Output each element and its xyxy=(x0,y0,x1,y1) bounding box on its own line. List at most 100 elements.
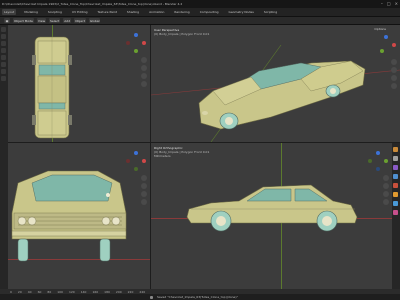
frame-mark: 220 xyxy=(127,289,134,294)
frame-mark: 140 xyxy=(80,289,87,294)
x-axis-icon[interactable] xyxy=(142,41,146,45)
transform-tool-icon[interactable] xyxy=(1,62,6,67)
x-axis-icon[interactable] xyxy=(392,43,396,47)
tab-layout[interactable]: Layout xyxy=(2,9,17,15)
y-axis-icon[interactable] xyxy=(134,167,138,171)
info-icon xyxy=(150,295,153,299)
grid-icon[interactable] xyxy=(391,83,397,89)
maximize-icon[interactable]: □ xyxy=(387,1,391,6)
tab-geometry-nodes[interactable]: Geometry Nodes xyxy=(227,9,256,15)
viewport-nav-buttons xyxy=(141,57,147,87)
neg-y-axis-icon[interactable] xyxy=(368,159,372,163)
navigation-gizmo[interactable] xyxy=(126,33,146,53)
window-controls: – □ × xyxy=(381,1,398,6)
camera-icon[interactable] xyxy=(383,191,389,197)
frame-mark: 120 xyxy=(68,289,75,294)
properties-tabs xyxy=(392,143,400,289)
z-axis-icon[interactable] xyxy=(376,151,380,155)
frame-mark: 240 xyxy=(139,289,146,294)
orientation-select[interactable]: Global xyxy=(88,18,101,23)
world-properties-icon[interactable] xyxy=(393,183,398,188)
rotate-tool-icon[interactable] xyxy=(1,48,6,53)
pan-icon[interactable] xyxy=(383,183,389,189)
render-properties-icon[interactable] xyxy=(393,156,398,161)
grid-icon[interactable] xyxy=(141,199,147,205)
viewport-front[interactable] xyxy=(8,143,150,289)
minimize-icon[interactable]: – xyxy=(381,1,383,6)
zoom-icon[interactable] xyxy=(391,59,397,65)
output-properties-icon[interactable] xyxy=(393,165,398,170)
tab-shading[interactable]: Shading xyxy=(125,9,141,15)
frame-mark: 40 xyxy=(27,289,32,294)
frame-mark: 180 xyxy=(104,289,110,294)
title-bar: D:\Chevrolet\Chevrolet Impala 1963\2_Tut… xyxy=(0,0,400,8)
object-menu[interactable]: Object xyxy=(74,18,86,23)
neg-x-axis-icon[interactable] xyxy=(126,159,130,163)
select-menu[interactable]: Select xyxy=(49,18,61,23)
tool-properties-icon[interactable] xyxy=(393,147,398,152)
zoom-icon[interactable] xyxy=(141,57,147,63)
viewport-right-ortho[interactable]: Right Orthographic (0) Body_Impala | Pol… xyxy=(151,143,400,289)
grid-icon[interactable] xyxy=(383,199,389,205)
viewport-top[interactable] xyxy=(8,25,150,142)
mode-select[interactable]: Object Mode xyxy=(13,18,34,23)
zoom-icon[interactable] xyxy=(141,175,147,181)
cursor-tool-icon[interactable] xyxy=(1,34,6,39)
move-tool-icon[interactable] xyxy=(1,41,6,46)
pan-icon[interactable] xyxy=(141,65,147,71)
pan-icon[interactable] xyxy=(391,67,397,73)
material-properties-icon[interactable] xyxy=(393,210,398,215)
viewport-nav-buttons xyxy=(383,175,389,205)
navigation-gizmo[interactable] xyxy=(368,151,388,171)
frame-mark: 160 xyxy=(92,289,99,294)
pan-icon[interactable] xyxy=(141,183,147,189)
frame-mark: 100 xyxy=(57,289,63,294)
select-tool-icon[interactable] xyxy=(1,27,6,32)
viewport-perspective[interactable]: User Perspective (0) Body_Impala | Polyg… xyxy=(151,25,400,142)
y-axis-icon[interactable] xyxy=(384,159,388,163)
viewport-nav-buttons xyxy=(141,175,147,205)
modifier-properties-icon[interactable] xyxy=(393,201,398,206)
camera-icon[interactable] xyxy=(141,191,147,197)
camera-icon[interactable] xyxy=(141,73,147,79)
window-title: D:\Chevrolet\Chevrolet Impala 1963\2_Tut… xyxy=(2,2,183,6)
x-axis-icon[interactable] xyxy=(142,159,146,163)
scene-properties-icon[interactable] xyxy=(393,174,398,179)
navigation-gizmo[interactable] xyxy=(376,35,396,55)
frame-mark: 20 xyxy=(17,289,22,294)
tab-uv-editing[interactable]: UV Editing xyxy=(70,9,90,15)
tool-shelf xyxy=(0,25,8,289)
frame-mark: 200 xyxy=(115,289,122,294)
tab-compositing[interactable]: Compositing xyxy=(198,9,221,15)
add-menu[interactable]: Add xyxy=(63,18,72,23)
frame-mark: 60 xyxy=(37,289,42,294)
neg-x-axis-icon[interactable] xyxy=(126,41,130,45)
tab-texture-paint[interactable]: Texture Paint xyxy=(96,9,119,15)
z-axis-icon[interactable] xyxy=(134,151,138,155)
grid-icon[interactable] xyxy=(141,81,147,87)
tab-animation[interactable]: Animation xyxy=(147,9,166,15)
y-axis-icon[interactable] xyxy=(380,49,384,53)
y-axis-icon[interactable] xyxy=(134,49,138,53)
editor-type-button[interactable]: ▣ xyxy=(4,18,10,23)
neg-z-axis-icon[interactable] xyxy=(376,167,380,171)
status-bar: Saved "Chevrolet_Impala_63(Tutes_Clone_t… xyxy=(0,294,400,300)
tab-rendering[interactable]: Rendering xyxy=(172,9,191,15)
measure-tool-icon[interactable] xyxy=(1,76,6,81)
frame-mark: 0 xyxy=(10,289,12,294)
tab-scripting[interactable]: Scripting xyxy=(262,9,279,15)
status-message: Saved "Chevrolet_Impala_63(Tutes_Clone_t… xyxy=(157,295,238,299)
tab-sculpting[interactable]: Sculpting xyxy=(46,9,64,15)
camera-icon[interactable] xyxy=(391,75,397,81)
view-menu[interactable]: View xyxy=(36,18,47,23)
object-properties-icon[interactable] xyxy=(393,192,398,197)
annotate-tool-icon[interactable] xyxy=(1,69,6,74)
car-perspective-view xyxy=(151,44,400,142)
z-axis-icon[interactable] xyxy=(134,33,138,37)
close-icon[interactable]: × xyxy=(395,1,398,6)
zoom-icon[interactable] xyxy=(383,175,389,181)
tab-modeling[interactable]: Modeling xyxy=(22,9,40,15)
z-axis-icon[interactable] xyxy=(384,35,388,39)
scale-tool-icon[interactable] xyxy=(1,55,6,60)
navigation-gizmo[interactable] xyxy=(126,151,146,171)
